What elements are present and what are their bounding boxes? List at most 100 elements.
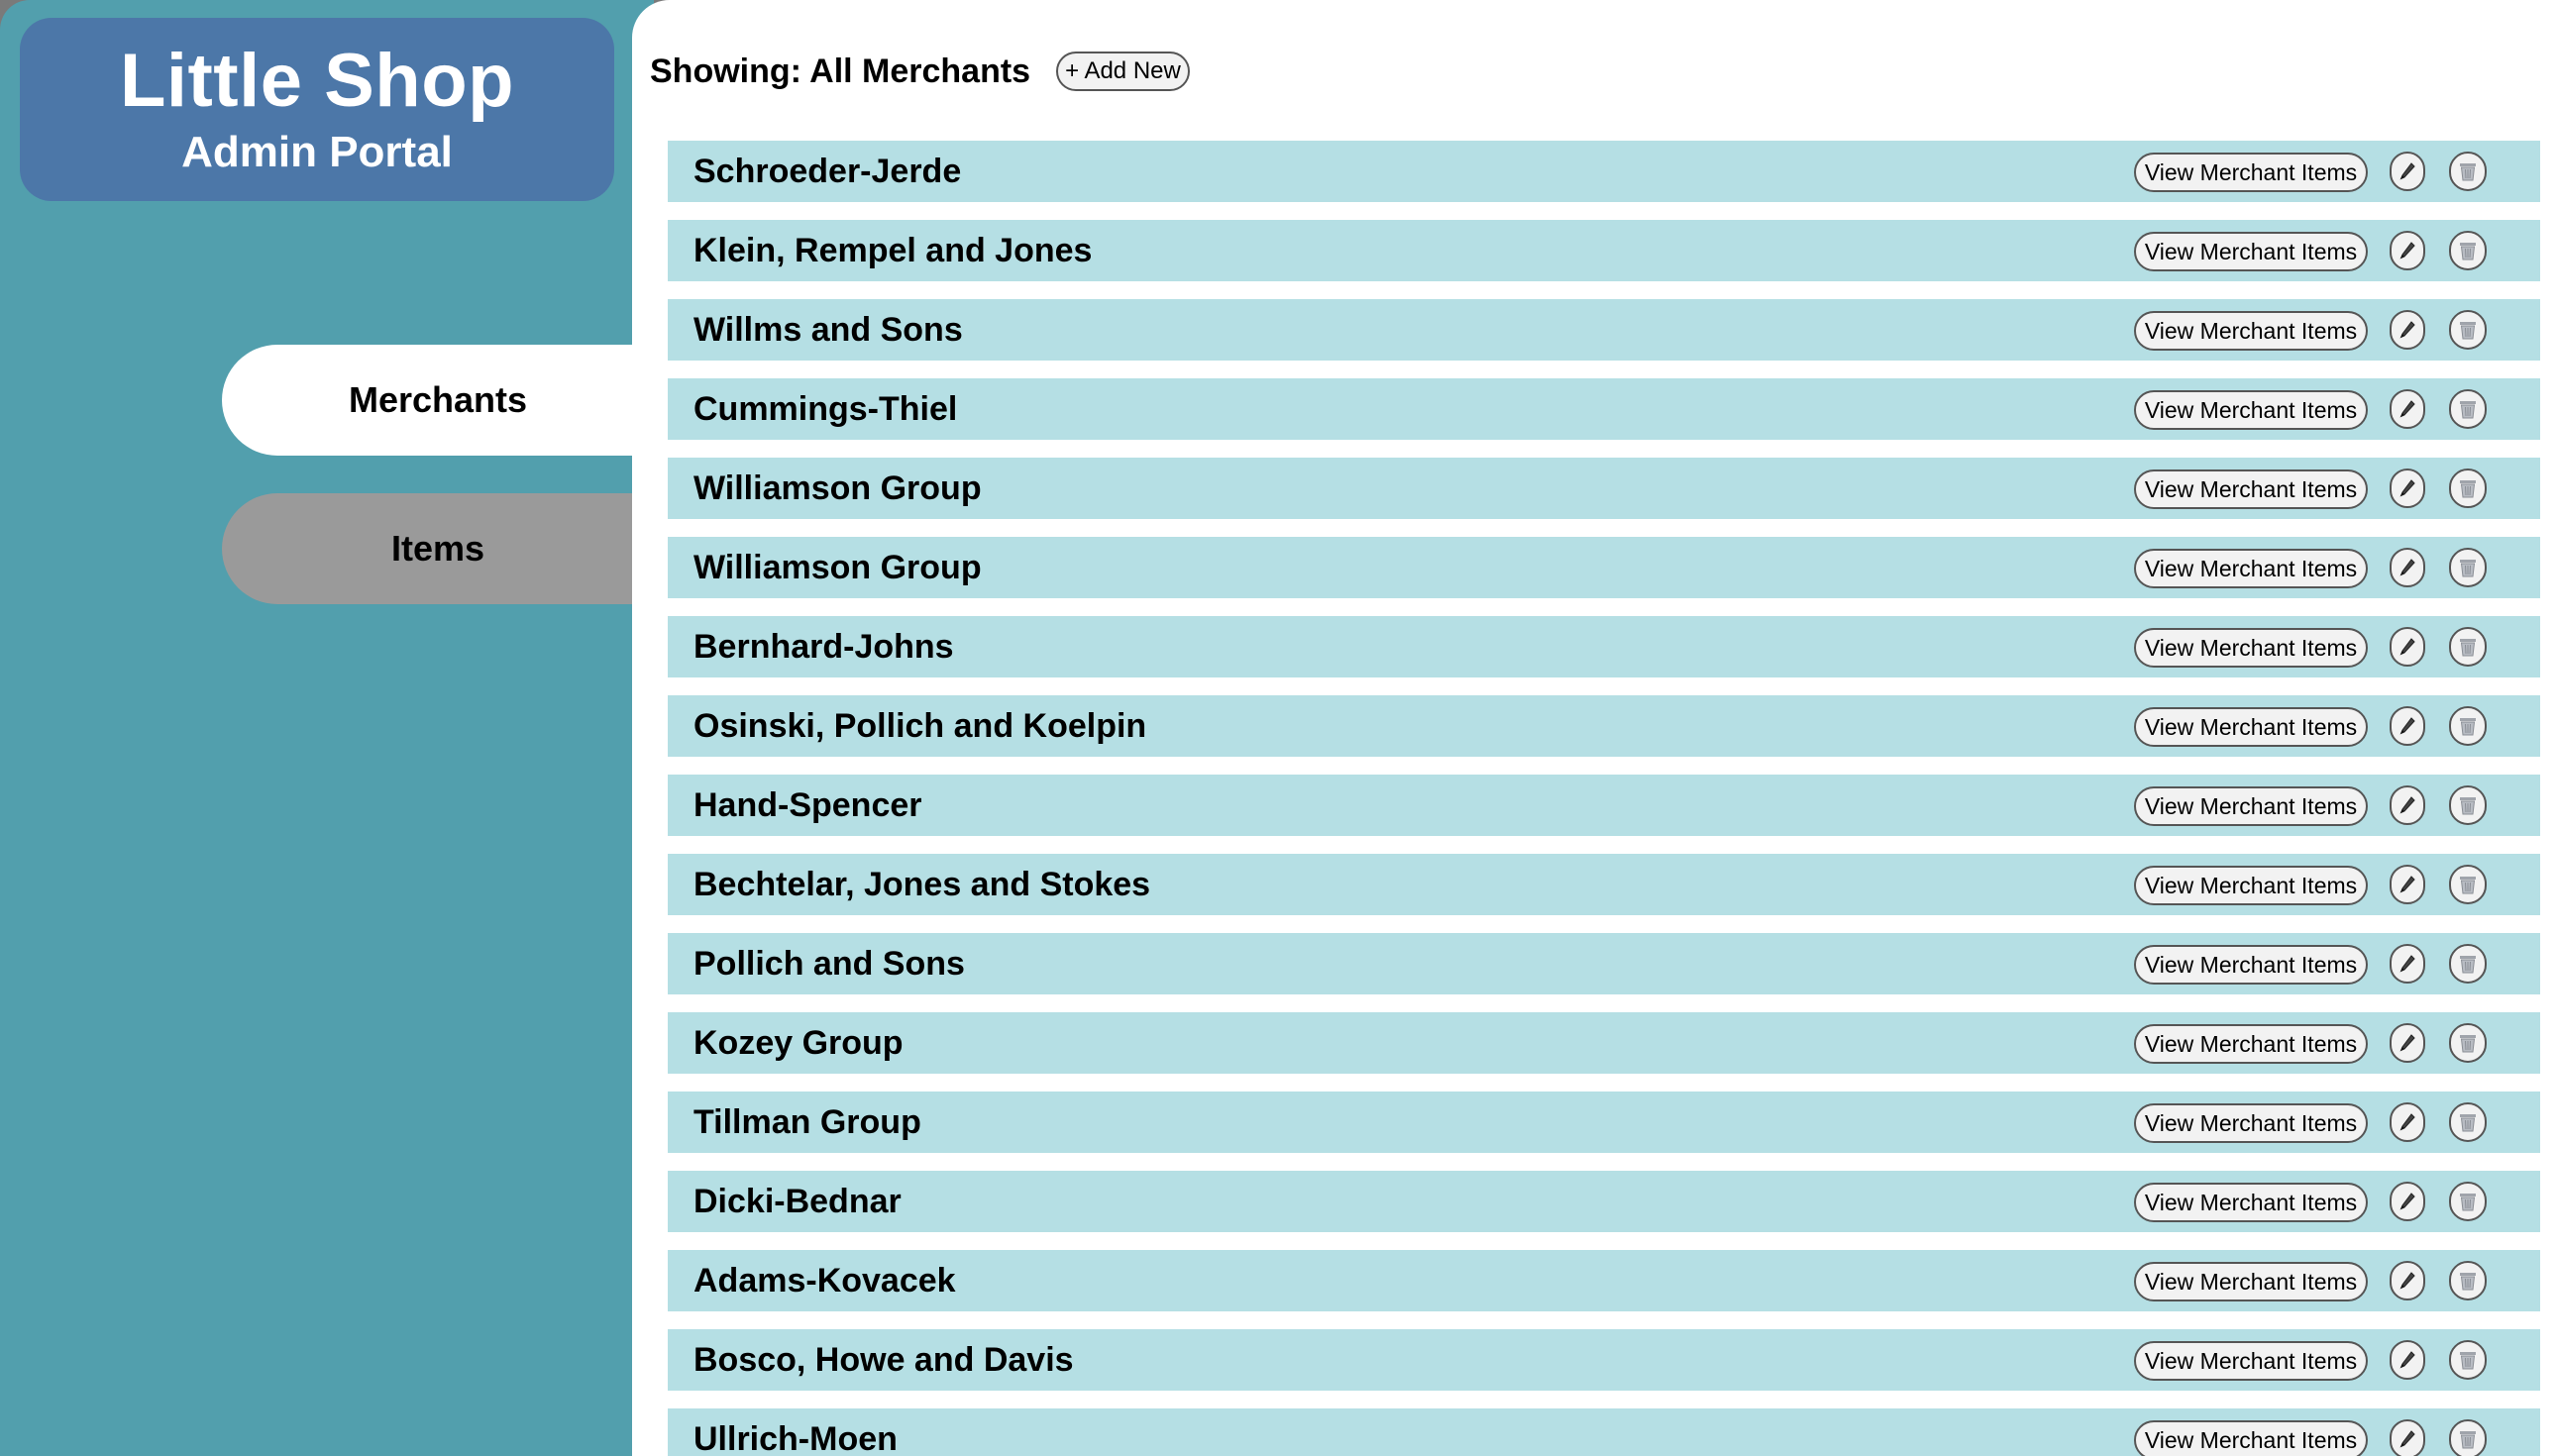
pencil-icon <box>2398 160 2416 182</box>
merchant-row: Osinski, Pollich and Koelpin View Mercha… <box>668 695 2540 757</box>
delete-button[interactable] <box>2449 785 2487 825</box>
edit-button[interactable] <box>2390 1102 2425 1142</box>
merchant-row: Williamson Group View Merchant Items <box>668 458 2540 519</box>
trash-icon <box>2457 318 2479 342</box>
brand-title: Little Shop <box>119 39 515 123</box>
pencil-icon <box>2398 794 2416 816</box>
delete-button[interactable] <box>2449 944 2487 984</box>
pencil-icon <box>2398 398 2416 420</box>
view-merchant-items-button[interactable]: View Merchant Items <box>2134 628 2368 668</box>
view-merchant-items-button[interactable]: View Merchant Items <box>2134 786 2368 826</box>
edit-button[interactable] <box>2390 1261 2425 1300</box>
view-merchant-items-button[interactable]: View Merchant Items <box>2134 1183 2368 1222</box>
delete-button[interactable] <box>2449 1340 2487 1380</box>
view-merchant-items-button[interactable]: View Merchant Items <box>2134 1103 2368 1143</box>
pencil-icon <box>2398 874 2416 895</box>
trash-icon <box>2457 1348 2479 1372</box>
merchant-row: Klein, Rempel and Jones View Merchant It… <box>668 220 2540 281</box>
delete-button[interactable] <box>2449 548 2487 587</box>
view-merchant-items-button[interactable]: View Merchant Items <box>2134 1024 2368 1064</box>
pencil-icon <box>2398 636 2416 658</box>
edit-button[interactable] <box>2390 944 2425 984</box>
edit-button[interactable] <box>2390 785 2425 825</box>
sidebar: Little Shop Admin Portal Merchants Items <box>0 0 654 1456</box>
delete-button[interactable] <box>2449 1261 2487 1300</box>
merchant-row: Schroeder-Jerde View Merchant Items <box>668 141 2540 202</box>
view-merchant-items-button[interactable]: View Merchant Items <box>2134 1341 2368 1381</box>
sidebar-item-merchants[interactable]: Merchants <box>222 345 654 456</box>
view-merchant-items-button[interactable]: View Merchant Items <box>2134 390 2368 430</box>
delete-button[interactable] <box>2449 706 2487 746</box>
view-merchant-items-button[interactable]: View Merchant Items <box>2134 311 2368 351</box>
pencil-icon <box>2398 1032 2416 1054</box>
edit-button[interactable] <box>2390 627 2425 667</box>
app-window: Little Shop Admin Portal Merchants Items… <box>0 0 2558 1456</box>
view-merchant-items-button[interactable]: View Merchant Items <box>2134 1262 2368 1301</box>
merchant-row: Williamson Group View Merchant Items <box>668 537 2540 598</box>
edit-button[interactable] <box>2390 1340 2425 1380</box>
edit-button[interactable] <box>2390 1023 2425 1063</box>
delete-button[interactable] <box>2449 468 2487 508</box>
delete-button[interactable] <box>2449 1023 2487 1063</box>
trash-icon <box>2457 873 2479 896</box>
merchant-row: Dicki-Bednar View Merchant Items <box>668 1171 2540 1232</box>
edit-button[interactable] <box>2390 706 2425 746</box>
delete-button[interactable] <box>2449 627 2487 667</box>
trash-icon <box>2457 239 2479 262</box>
view-merchant-items-button[interactable]: View Merchant Items <box>2134 1420 2368 1456</box>
trash-icon <box>2457 793 2479 817</box>
pencil-icon <box>2398 319 2416 341</box>
merchant-row: Bernhard-Johns View Merchant Items <box>668 616 2540 677</box>
view-merchant-items-button[interactable]: View Merchant Items <box>2134 469 2368 509</box>
delete-button[interactable] <box>2449 310 2487 350</box>
add-new-button[interactable]: + Add New <box>1056 52 1190 91</box>
delete-button[interactable] <box>2449 1102 2487 1142</box>
pencil-icon <box>2398 477 2416 499</box>
pencil-icon <box>2398 240 2416 261</box>
view-merchant-items-button[interactable]: View Merchant Items <box>2134 232 2368 271</box>
pencil-icon <box>2398 1428 2416 1450</box>
edit-button[interactable] <box>2390 231 2425 270</box>
trash-icon <box>2457 1031 2479 1055</box>
trash-icon <box>2457 714 2479 738</box>
edit-button[interactable] <box>2390 389 2425 429</box>
trash-icon <box>2457 1110 2479 1134</box>
merchant-row: Tillman Group View Merchant Items <box>668 1092 2540 1153</box>
sidebar-item-items[interactable]: Items <box>222 493 654 604</box>
merchant-row: Bosco, Howe and Davis View Merchant Item… <box>668 1329 2540 1391</box>
delete-button[interactable] <box>2449 152 2487 191</box>
trash-icon <box>2457 397 2479 421</box>
pencil-icon <box>2398 1270 2416 1292</box>
pencil-icon <box>2398 1111 2416 1133</box>
merchant-row: Bechtelar, Jones and Stokes View Merchan… <box>668 854 2540 915</box>
view-merchant-items-button[interactable]: View Merchant Items <box>2134 549 2368 588</box>
view-merchant-items-button[interactable]: View Merchant Items <box>2134 945 2368 985</box>
main-content: Showing: All Merchants + Add New Schroed… <box>632 0 2558 1456</box>
content-header: Showing: All Merchants + Add New <box>650 52 1190 91</box>
delete-button[interactable] <box>2449 865 2487 904</box>
trash-icon <box>2457 1427 2479 1451</box>
edit-button[interactable] <box>2390 865 2425 904</box>
merchant-list: Schroeder-Jerde View Merchant Items Klei… <box>668 141 2540 1456</box>
trash-icon <box>2457 952 2479 976</box>
edit-button[interactable] <box>2390 152 2425 191</box>
delete-button[interactable] <box>2449 389 2487 429</box>
pencil-icon <box>2398 1191 2416 1212</box>
merchant-row: Adams-Kovacek View Merchant Items <box>668 1250 2540 1311</box>
view-merchant-items-button[interactable]: View Merchant Items <box>2134 707 2368 747</box>
edit-button[interactable] <box>2390 1182 2425 1221</box>
edit-button[interactable] <box>2390 548 2425 587</box>
trash-icon <box>2457 635 2479 659</box>
view-merchant-items-button[interactable]: View Merchant Items <box>2134 153 2368 192</box>
pencil-icon <box>2398 557 2416 578</box>
edit-button[interactable] <box>2390 468 2425 508</box>
trash-icon <box>2457 556 2479 579</box>
edit-button[interactable] <box>2390 1419 2425 1456</box>
edit-button[interactable] <box>2390 310 2425 350</box>
delete-button[interactable] <box>2449 1419 2487 1456</box>
delete-button[interactable] <box>2449 231 2487 270</box>
trash-icon <box>2457 159 2479 183</box>
delete-button[interactable] <box>2449 1182 2487 1221</box>
page-title: Showing: All Merchants <box>650 52 1031 90</box>
view-merchant-items-button[interactable]: View Merchant Items <box>2134 866 2368 905</box>
